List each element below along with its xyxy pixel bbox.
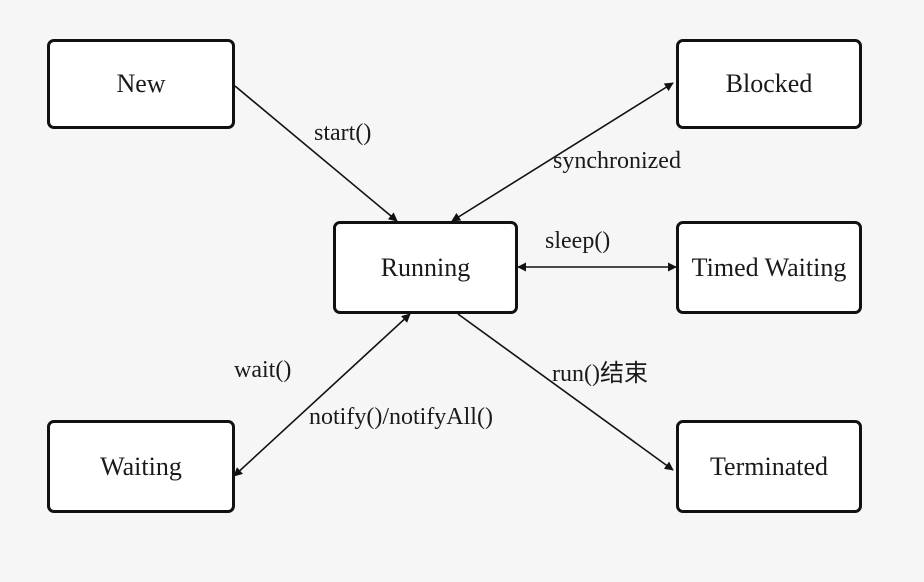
state-terminated: Terminated: [676, 420, 862, 513]
thread-state-diagram: New Blocked Running Timed Waiting Waitin…: [0, 0, 924, 582]
state-new: New: [47, 39, 235, 129]
state-waiting: Waiting: [47, 420, 235, 513]
label-notify: notify()/notifyAll(): [309, 404, 493, 430]
state-new-label: New: [116, 69, 166, 98]
arrow-running-to-terminated: [457, 313, 674, 471]
label-start: start(): [314, 120, 372, 146]
state-blocked: Blocked: [676, 39, 862, 129]
label-wait: wait(): [234, 357, 292, 383]
state-timed-waiting-label: Timed Waiting: [691, 252, 847, 282]
state-running-label: Running: [380, 252, 471, 282]
state-timed-waiting: Timed Waiting: [676, 221, 862, 314]
state-waiting-label: Waiting: [100, 451, 182, 481]
label-run-end: run()结束: [552, 361, 648, 387]
state-running: Running: [333, 221, 518, 314]
state-blocked-label: Blocked: [725, 69, 813, 98]
label-sleep: sleep(): [545, 228, 611, 254]
state-terminated-label: Terminated: [709, 451, 828, 481]
arrow-new-to-running: [234, 85, 398, 222]
arrow-running-waiting: [233, 313, 411, 477]
label-synchronized: synchronized: [553, 148, 681, 174]
